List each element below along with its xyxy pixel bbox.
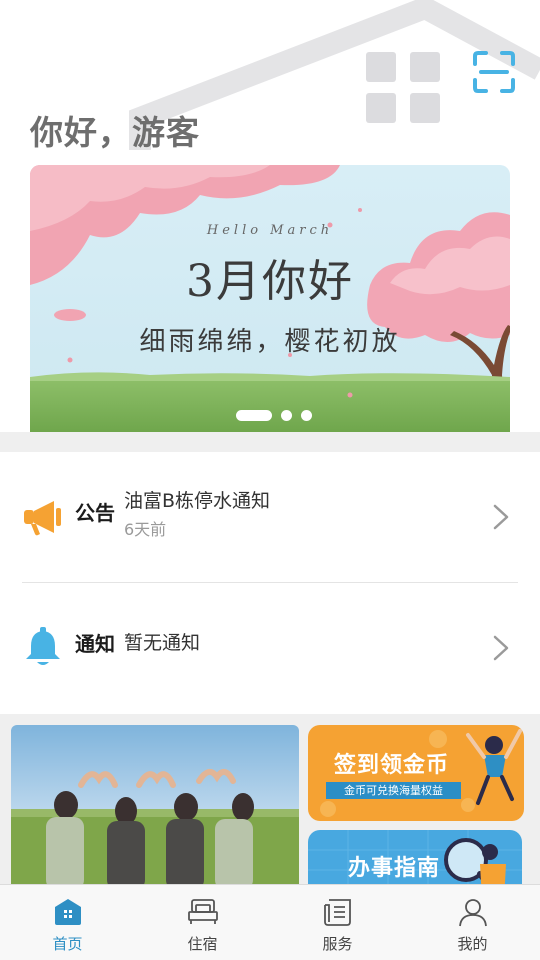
community-photo-card[interactable] xyxy=(11,725,299,890)
announcement-title: 油富B栋停水通知 xyxy=(124,490,271,512)
tab-services-label: 服务 xyxy=(322,935,353,953)
carousel-dot[interactable] xyxy=(301,409,312,421)
carousel-indicator[interactable] xyxy=(236,409,312,421)
sign-in-subtitle: 金币可兑换海量权益 xyxy=(326,782,461,799)
bell-icon xyxy=(26,627,60,665)
tab-services[interactable]: 服务 xyxy=(270,885,405,960)
sign-in-coins-card[interactable]: 签到领金币 金币可兑换海量权益 xyxy=(308,725,524,821)
tab-mine-label: 我的 xyxy=(457,935,488,953)
banner-title: 3月你好 xyxy=(186,256,354,307)
grid-menu-button[interactable] xyxy=(364,50,442,126)
notification-row[interactable]: 通知 暂无通知 xyxy=(0,583,540,713)
banner-subtitle: 细雨绵绵，樱花初放 xyxy=(139,327,401,357)
carousel-dot[interactable] xyxy=(281,409,292,421)
tab-accommodation[interactable]: 住宿 xyxy=(135,885,270,960)
greeting-title: 你好，游客 xyxy=(30,113,200,152)
grid-icon xyxy=(366,52,440,123)
chevron-right-icon xyxy=(493,635,509,661)
announcement-time: 6天前 xyxy=(124,520,167,539)
scan-button[interactable] xyxy=(472,50,516,94)
tab-mine[interactable]: 我的 xyxy=(405,885,540,960)
chevron-right-icon xyxy=(493,504,509,530)
bottom-tab-bar: 首页 住宿 服务 我的 xyxy=(0,884,540,960)
carousel-dot[interactable] xyxy=(236,409,272,421)
service-guide-title: 办事指南 xyxy=(348,856,441,881)
bed-icon xyxy=(187,899,218,924)
home-screen: 你好，游客 Hello March 3月你好 细雨绵绵，樱花初放 公告 油富B栋… xyxy=(0,0,540,960)
notice-list: 公告 油富B栋停水通知 6天前 通知 暂无通知 xyxy=(0,452,540,714)
promo-banner[interactable]: Hello March 3月你好 细雨绵绵，樱花初放 xyxy=(30,165,510,432)
sign-in-title: 签到领金币 xyxy=(334,753,450,778)
banner-hello-text: Hello March xyxy=(206,223,334,238)
announcement-row[interactable]: 公告 油富B栋停水通知 6天前 xyxy=(0,452,540,582)
tab-accommodation-label: 住宿 xyxy=(187,935,218,953)
announcement-label: 公告 xyxy=(75,501,115,525)
notification-label: 通知 xyxy=(75,632,115,656)
user-icon xyxy=(458,899,487,927)
tab-home[interactable]: 首页 xyxy=(0,885,135,960)
scan-icon xyxy=(473,51,515,93)
document-icon xyxy=(323,899,351,926)
notification-title: 暂无通知 xyxy=(124,632,201,654)
megaphone-icon xyxy=(24,501,61,536)
tab-home-label: 首页 xyxy=(52,935,83,953)
home-icon xyxy=(54,899,81,925)
header: 你好，游客 Hello March 3月你好 细雨绵绵，樱花初放 xyxy=(0,0,540,432)
friends-heart-hands-photo xyxy=(11,725,299,890)
